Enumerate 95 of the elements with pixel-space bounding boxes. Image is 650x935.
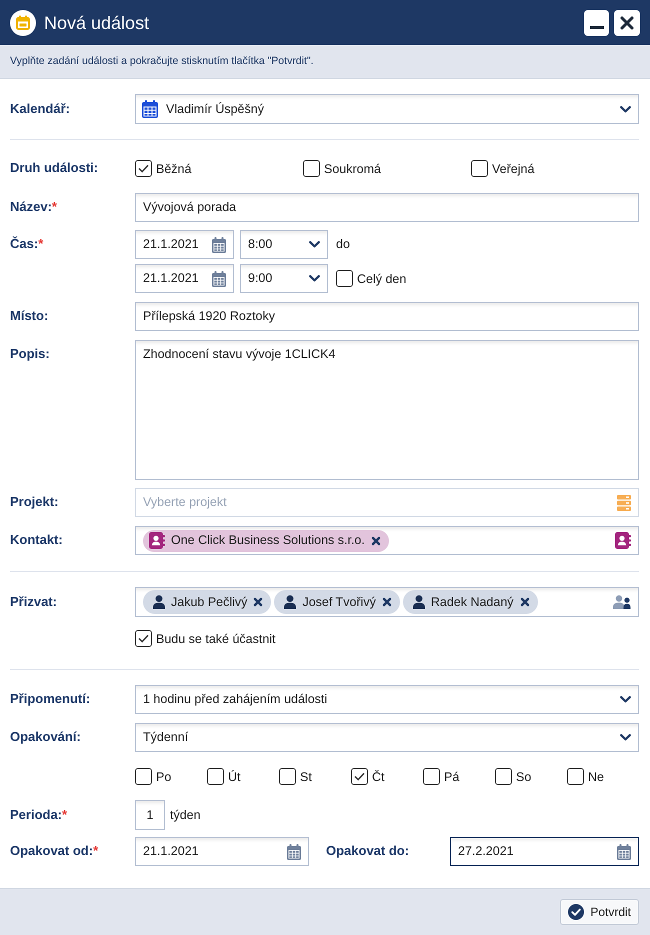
checkbox-label: Ne xyxy=(588,768,604,784)
checkbox[interactable] xyxy=(471,160,488,177)
required-asterisk: * xyxy=(52,199,57,215)
person-name: Josef Tvořivý xyxy=(302,594,376,611)
checkbox[interactable] xyxy=(303,160,320,177)
field-label: Druh události: xyxy=(10,160,98,176)
instruction-text: Vyplňte zadání události a pokračujte stisknutím tlačítka "Potvrdit". xyxy=(10,54,314,69)
checkbox-label: Pá xyxy=(444,768,460,784)
close-button[interactable] xyxy=(614,10,640,36)
field-label: Perioda: xyxy=(10,807,62,823)
calendar-icon xyxy=(212,270,226,286)
calendar-icon xyxy=(10,10,36,36)
date-field[interactable]: 21.1.2021 xyxy=(135,264,234,293)
chevron-down-icon xyxy=(309,241,320,248)
contact-book-icon xyxy=(149,532,165,549)
text-field[interactable]: Vývojová porada xyxy=(135,193,639,222)
checkbox[interactable] xyxy=(351,768,368,785)
required-asterisk: * xyxy=(62,807,68,823)
chevron-down-icon xyxy=(620,106,631,112)
chevron-down-icon xyxy=(309,275,320,282)
checkbox-label: Veřejná xyxy=(492,160,534,176)
remove-icon[interactable] xyxy=(520,597,530,607)
chevron-down-icon xyxy=(620,734,631,741)
time-select[interactable]: 8:00 xyxy=(240,230,328,259)
person-icon xyxy=(153,595,165,609)
number-field[interactable]: 1 xyxy=(135,800,165,830)
field-label: Čas: xyxy=(10,236,38,252)
date-field[interactable]: 21.1.2021 xyxy=(135,230,234,259)
person-icon xyxy=(412,595,425,609)
calendar-icon xyxy=(287,844,301,860)
unit-text: týden xyxy=(170,806,201,824)
field-label: Projekt: xyxy=(10,494,58,510)
chevron-down-icon xyxy=(620,696,631,703)
field-label: Přizvat: xyxy=(10,594,57,610)
checkbox-label: Út xyxy=(228,768,240,784)
date-field[interactable]: 21.1.2021 xyxy=(135,837,309,866)
person-icon xyxy=(284,595,296,609)
calendar-icon xyxy=(212,236,226,252)
checkbox-label: Celý den xyxy=(357,270,406,286)
time-select[interactable]: 9:00 xyxy=(240,264,328,293)
window-title: Nová událost xyxy=(44,12,150,34)
remove-icon[interactable] xyxy=(370,536,381,546)
remove-icon[interactable] xyxy=(253,597,264,607)
field-label: Opakovat od: xyxy=(10,843,94,859)
field-label: Opakovat do: xyxy=(326,843,410,859)
remove-icon[interactable] xyxy=(382,597,392,607)
checkbox-label: St xyxy=(300,768,312,784)
checkmark-icon xyxy=(138,634,149,643)
checkbox[interactable] xyxy=(279,768,296,785)
field-label: Připomenutí: xyxy=(10,691,90,707)
checkbox-label: Budu se také účastnit xyxy=(156,630,276,646)
checkbox[interactable] xyxy=(135,768,152,785)
contact-field[interactable]: One Click Business Solutions s.r.o. xyxy=(135,526,639,555)
field-label: Název: xyxy=(10,199,52,215)
minimize-button[interactable] xyxy=(584,10,609,36)
checkbox[interactable] xyxy=(423,768,440,785)
contact-name: One Click Business Solutions s.r.o. xyxy=(171,532,365,550)
field-label: Kontakt: xyxy=(10,532,63,548)
close-icon xyxy=(620,16,634,30)
field-label: Místo: xyxy=(10,308,48,324)
required-asterisk: * xyxy=(38,236,44,252)
checkbox[interactable] xyxy=(567,768,584,785)
person-name: Radek Nadaný xyxy=(430,594,514,611)
calendar-icon xyxy=(617,844,631,860)
checkbox-label: Čt xyxy=(372,768,384,784)
checkbox[interactable] xyxy=(207,768,224,785)
reminder-select[interactable]: 1 hodinu před zahájením události xyxy=(135,685,639,714)
checkbox-label: Po xyxy=(156,768,172,784)
checkbox-label: So xyxy=(516,768,532,784)
checkbox[interactable] xyxy=(336,270,353,287)
checkbox-label: Soukromá xyxy=(324,160,381,176)
calendar-icon xyxy=(142,100,158,118)
field-label: Popis: xyxy=(10,346,50,362)
minimize-icon xyxy=(590,26,604,28)
text-field[interactable]: Přílepská 1920 Roztoky xyxy=(135,302,639,331)
confirm-button[interactable]: Potvrdit xyxy=(560,899,639,925)
field-label: Opakování: xyxy=(10,729,81,745)
contact-book-icon[interactable] xyxy=(615,532,631,549)
field-label: Kalendář: xyxy=(10,101,70,117)
required-asterisk: * xyxy=(93,843,98,859)
text-area[interactable]: Zhodnocení stavu vývoje 1CLICK4 xyxy=(135,340,639,480)
checkmark-icon xyxy=(354,772,365,781)
checkbox-label: Běžná xyxy=(156,160,192,176)
calendar-select[interactable]: Vladimír Úspěšný xyxy=(135,94,639,124)
checkbox[interactable] xyxy=(135,160,152,177)
check-circle-icon xyxy=(568,904,584,920)
repeat-select[interactable]: Týdenní xyxy=(135,723,639,752)
checkmark-icon xyxy=(138,164,149,173)
checkbox[interactable] xyxy=(135,630,152,647)
people-icon[interactable] xyxy=(613,595,631,609)
invite-field[interactable]: Jakub Pečlivý Josef Tvořivý Radek Nadaný xyxy=(135,587,639,617)
person-name: Jakub Pečlivý xyxy=(171,594,248,611)
separator-text: do xyxy=(336,236,350,254)
checkbox[interactable] xyxy=(495,768,512,785)
date-field[interactable]: 27.2.2021 xyxy=(450,837,639,866)
